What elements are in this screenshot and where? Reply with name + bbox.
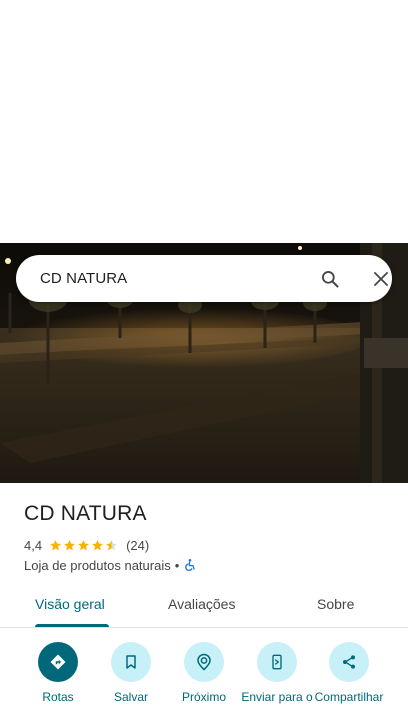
wheelchair-accessible-icon (185, 559, 196, 571)
rating-row[interactable]: 4,4 (24) (24, 536, 149, 554)
search-icon[interactable] (318, 267, 342, 291)
star-icon (92, 539, 103, 550)
active-tab-indicator (35, 624, 109, 627)
star-half-icon (106, 539, 117, 550)
directions-icon (38, 642, 78, 682)
search-bar[interactable]: CD NATURA (16, 255, 392, 302)
rating-value: 4,4 (24, 537, 43, 553)
star-icon (78, 539, 89, 550)
star-rating (49, 539, 119, 552)
close-icon[interactable] (369, 267, 393, 291)
nearby-label: Próximo (181, 690, 226, 704)
share-button[interactable]: Compartilhar (309, 642, 389, 704)
category-row: Loja de produtos naturais • (24, 557, 197, 573)
share-icon (329, 642, 369, 682)
save-label: Salvar (113, 690, 148, 704)
nearby-icon (184, 642, 224, 682)
action-buttons: Rotas Salvar Próximo Enviar para o Compa… (0, 640, 408, 726)
share-label: Compartilhar (314, 690, 384, 704)
send-to-phone-label: Enviar para o (241, 690, 313, 704)
star-icon (64, 539, 75, 550)
tab-overview[interactable]: Visão geral (35, 596, 105, 612)
separator-dot: • (174, 557, 180, 573)
map-area-blank (0, 0, 408, 243)
tab-reviews[interactable]: Avaliações (168, 596, 235, 612)
place-title: CD NATURA (24, 502, 147, 525)
review-count[interactable]: (24) (126, 538, 149, 553)
directions-label: Rotas (42, 690, 74, 704)
save-button[interactable]: Salvar (91, 642, 171, 704)
place-category: Loja de produtos naturais (24, 557, 171, 573)
bookmark-icon (111, 642, 151, 682)
send-to-phone-button[interactable]: Enviar para o (237, 642, 317, 704)
directions-button[interactable]: Rotas (18, 642, 98, 704)
nearby-button[interactable]: Próximo (164, 642, 244, 704)
send-to-phone-icon (257, 642, 297, 682)
star-icon (50, 539, 61, 550)
tab-bar: Visão geral Avaliações Sobre (0, 584, 408, 628)
tab-about[interactable]: Sobre (317, 596, 354, 612)
